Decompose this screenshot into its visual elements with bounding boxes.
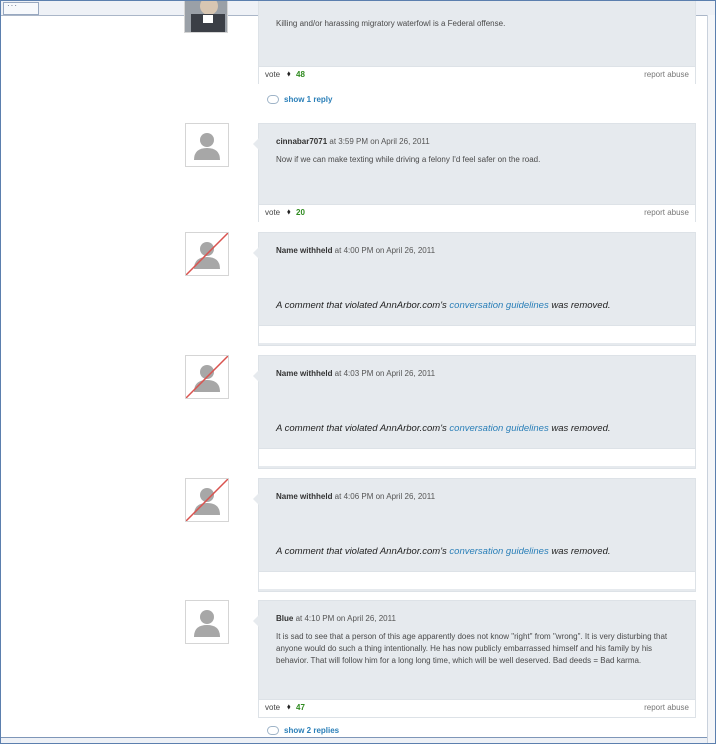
comment-author: Name withheld (276, 492, 333, 501)
comment-body: Now if we can make texting while driving… (276, 155, 541, 164)
vote-count: 47 (296, 703, 305, 712)
comment-body: It is sad to see that a person of this a… (276, 632, 668, 665)
vote-count: 48 (296, 70, 305, 79)
show-replies-link[interactable]: show 1 reply (267, 95, 332, 105)
user-photo-icon (185, 1, 227, 32)
comment-header: Name withheld at 4:00 PM on April 26, 20… (276, 246, 435, 255)
comment-timestamp: at 4:03 PM on April 26, 2011 (332, 369, 436, 378)
speech-bubble-icon (267, 95, 279, 105)
tab-glyph: ··· (7, 1, 18, 10)
removed-user-icon (186, 233, 228, 275)
comment-card-removed: Name withheld at 4:06 PM on April 26, 20… (253, 478, 696, 592)
comment-footer: vote ⬧ 47 report abuse (259, 699, 695, 717)
vote-button[interactable]: vote (265, 703, 280, 712)
comment-header: Blue at 4:10 PM on April 26, 2011 (276, 614, 396, 623)
comment-timestamp: at 4:10 PM on April 26, 2011 (293, 614, 396, 623)
removed-user-icon (186, 479, 228, 521)
avatar-placeholder (185, 123, 229, 167)
report-abuse-link[interactable]: report abuse (644, 703, 689, 712)
comment-notch (253, 138, 259, 150)
speech-bubble-icon (267, 726, 279, 736)
avatar-removed (185, 232, 229, 276)
avatar-removed (185, 478, 229, 522)
comment-card: cinnabar7071 at 3:59 PM on April 26, 201… (253, 123, 696, 222)
avatar-placeholder (185, 600, 229, 644)
report-abuse-link[interactable]: report abuse (644, 208, 689, 217)
vote-arrow-icon[interactable]: ⬧ (287, 69, 291, 79)
comment-body: Killing and/or harassing migratory water… (276, 19, 506, 28)
comment-footer: vote ⬧ 48 report abuse (259, 66, 695, 84)
show-replies-label[interactable]: show 1 reply (284, 95, 332, 104)
comment-footer (259, 571, 695, 589)
comment-footer (259, 325, 695, 343)
comment-author[interactable]: cinnabar7071 (276, 137, 327, 146)
comment-notch (253, 247, 259, 259)
comment-timestamp: at 3:59 PM on April 26, 2011 (327, 137, 430, 146)
removed-notice: A comment that violated AnnArbor.com's c… (276, 423, 611, 434)
conversation-guidelines-link[interactable]: conversation guidelines (449, 300, 548, 311)
vote-count: 20 (296, 208, 305, 217)
comment-footer (259, 448, 695, 466)
comment-card: Blue at 4:10 PM on April 26, 2011 It is … (253, 600, 696, 718)
comment-author: Name withheld (276, 369, 333, 378)
comment-timestamp: at 4:06 PM on April 26, 2011 (332, 492, 436, 501)
vote-arrow-icon[interactable]: ⬧ (287, 207, 291, 217)
comment-timestamp: at 4:00 PM on April 26, 2011 (332, 246, 436, 255)
comment-header: Name withheld at 4:06 PM on April 26, 20… (276, 492, 435, 501)
removed-notice: A comment that violated AnnArbor.com's c… (276, 300, 611, 311)
comment-footer: vote ⬧ 20 report abuse (259, 204, 695, 222)
comment-card-removed: Name withheld at 4:00 PM on April 26, 20… (253, 232, 696, 346)
vote-button[interactable]: vote (265, 208, 280, 217)
comment-author: Name withheld (276, 246, 333, 255)
removed-text: A comment that violated AnnArbor.com's (276, 300, 450, 311)
comment-card: Killing and/or harassing migratory water… (258, 1, 696, 84)
comment-author[interactable]: Blue (276, 614, 293, 623)
horizontal-scrollbar[interactable] (1, 737, 707, 743)
browser-window: ··· Killing and/or harassing migratory w… (0, 0, 716, 744)
removed-notice: A comment that violated AnnArbor.com's c… (276, 546, 611, 557)
report-abuse-link[interactable]: report abuse (644, 70, 689, 79)
comment-header: cinnabar7071 at 3:59 PM on April 26, 201… (276, 137, 430, 146)
conversation-guidelines-link[interactable]: conversation guidelines (449, 546, 548, 557)
removed-text: A comment that violated AnnArbor.com's (276, 423, 450, 434)
comment-card-removed: Name withheld at 4:03 PM on April 26, 20… (253, 355, 696, 469)
vote-button[interactable]: vote (265, 70, 280, 79)
comment-header: Name withheld at 4:03 PM on April 26, 20… (276, 369, 435, 378)
avatar-removed (185, 355, 229, 399)
vertical-scrollbar[interactable] (707, 15, 715, 743)
toolbar-tab[interactable]: ··· (3, 1, 39, 15)
avatar-photo (184, 1, 228, 33)
comment-notch (253, 370, 259, 382)
default-user-icon (194, 610, 220, 637)
show-replies-link[interactable]: show 2 replies (267, 726, 339, 736)
comment-notch (253, 493, 259, 505)
show-replies-label[interactable]: show 2 replies (284, 726, 339, 735)
default-user-icon (194, 133, 220, 160)
comment-notch (253, 615, 259, 627)
vote-arrow-icon[interactable]: ⬧ (287, 702, 291, 712)
removed-user-icon (186, 356, 228, 398)
removed-suffix: was removed. (548, 300, 611, 311)
conversation-guidelines-link[interactable]: conversation guidelines (449, 423, 548, 434)
removed-suffix: was removed. (548, 423, 611, 434)
removed-text: A comment that violated AnnArbor.com's (276, 546, 450, 557)
removed-suffix: was removed. (548, 546, 611, 557)
